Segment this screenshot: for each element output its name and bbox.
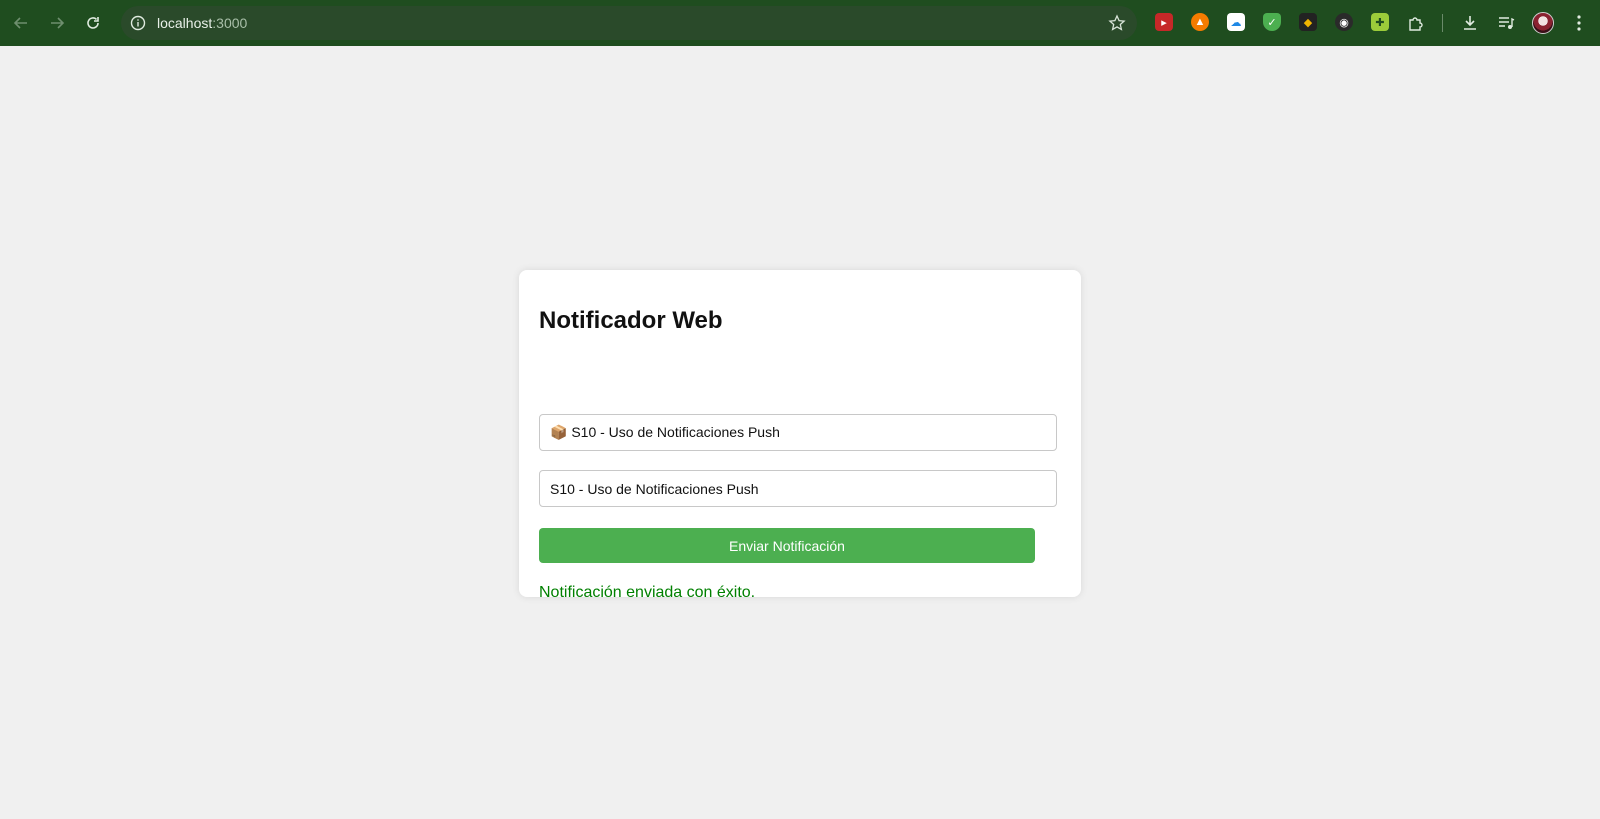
browser-toolbar: localhost:3000 ▸ ▲ ☁ ✓ ◆ ◉ ✚ — [0, 0, 1600, 46]
url-text[interactable]: localhost:3000 — [157, 15, 247, 31]
send-notification-button[interactable]: Enviar Notificación — [539, 528, 1035, 563]
page-title: Notificador Web — [539, 307, 723, 334]
notification-body-value: S10 - Uso de Notificaciones Push — [550, 480, 759, 497]
status-message: Notificación enviada con éxito. — [539, 584, 756, 601]
notification-title-value: 📦 S10 - Uso de Notificaciones Push — [550, 424, 780, 440]
puzzle-icon[interactable] — [1405, 12, 1427, 34]
notification-body-input[interactable]: S10 - Uso de Notificaciones Push — [539, 470, 1057, 507]
profile-avatar[interactable] — [1532, 12, 1554, 34]
extension-cloud-icon[interactable]: ☁ — [1227, 13, 1245, 31]
arrow-right-icon — [51, 17, 65, 29]
extension-cube-icon[interactable]: ◆ — [1299, 13, 1317, 31]
url-host: localhost — [157, 15, 213, 31]
reload-icon — [87, 17, 99, 29]
back-button[interactable] — [9, 11, 33, 35]
reload-button[interactable] — [81, 11, 105, 35]
extension-eye-icon[interactable]: ◉ — [1335, 13, 1353, 31]
info-icon[interactable] — [129, 14, 147, 32]
kebab-menu-icon[interactable] — [1568, 12, 1590, 34]
forward-button[interactable] — [45, 11, 69, 35]
toolbar-divider — [1442, 14, 1443, 32]
extension-green-grid-icon[interactable]: ✚ — [1371, 13, 1389, 31]
address-bar[interactable]: localhost:3000 — [121, 6, 1137, 40]
download-icon[interactable] — [1459, 12, 1481, 34]
extension-red-icon[interactable]: ▸ — [1155, 13, 1173, 31]
page-content: Notificador Web 📦 S10 - Uso de Notificac… — [0, 46, 1600, 819]
extension-orange-icon[interactable]: ▲ — [1191, 13, 1209, 31]
bookmark-star-icon[interactable] — [1107, 13, 1127, 33]
notification-title-input[interactable]: 📦 S10 - Uso de Notificaciones Push — [539, 414, 1057, 451]
url-port: :3000 — [212, 15, 248, 31]
playlist-icon[interactable] — [1495, 12, 1517, 34]
notifier-card: Notificador Web 📦 S10 - Uso de Notificac… — [519, 270, 1081, 601]
arrow-left-icon — [13, 17, 27, 29]
extension-shield-icon[interactable]: ✓ — [1263, 13, 1281, 31]
